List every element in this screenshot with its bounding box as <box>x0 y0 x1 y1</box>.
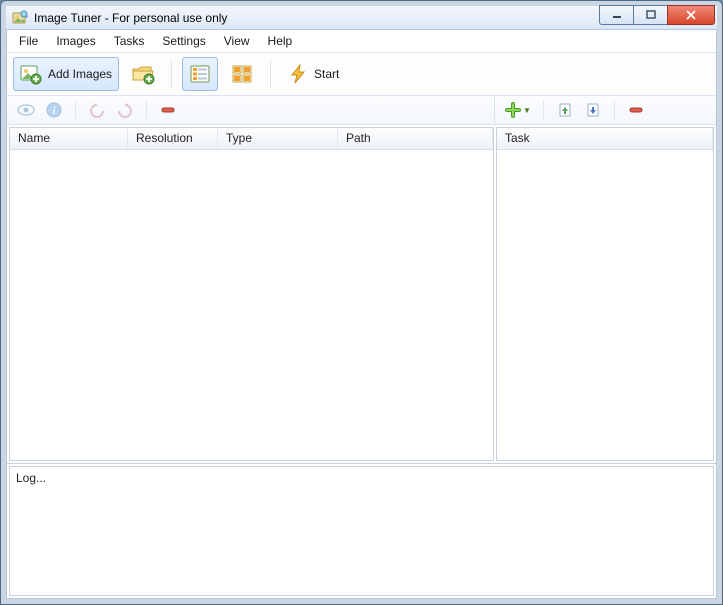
secondary-toolbar: i <box>7 96 716 125</box>
task-panel: Task <box>496 127 714 461</box>
add-images-label: Add Images <box>48 67 112 81</box>
image-list-headers: Name Resolution Type Path <box>10 128 493 150</box>
eye-icon <box>17 103 35 117</box>
rotate-left-button[interactable] <box>84 99 110 121</box>
add-task-button[interactable]: ▼ <box>501 99 535 121</box>
list-view-icon <box>189 63 211 85</box>
list-view-button[interactable] <box>182 57 218 91</box>
column-resolution[interactable]: Resolution <box>128 128 218 149</box>
column-task[interactable]: Task <box>497 128 713 149</box>
image-tuner-icon <box>12 10 28 26</box>
image-list-panel: Name Resolution Type Path <box>9 127 494 461</box>
svg-text:i: i <box>53 106 56 117</box>
plus-icon <box>505 102 521 118</box>
arrow-up-icon <box>558 102 572 118</box>
maximize-button[interactable] <box>633 5 667 25</box>
column-type[interactable]: Type <box>218 128 338 149</box>
toolbar-separator <box>171 60 172 88</box>
remove-task-button[interactable] <box>623 99 649 121</box>
thumbnail-view-button[interactable] <box>224 57 260 91</box>
add-images-button[interactable]: Add Images <box>13 57 119 91</box>
window-title: Image Tuner - For personal use only <box>34 11 599 25</box>
log-text: Log... <box>16 471 46 485</box>
titlebar[interactable]: Image Tuner - For personal use only <box>6 6 717 30</box>
move-task-down-button[interactable] <box>580 99 606 121</box>
arrow-down-icon <box>586 102 600 118</box>
column-name[interactable]: Name <box>10 128 128 149</box>
minus-icon <box>160 104 176 116</box>
task-list-body[interactable] <box>497 150 713 460</box>
minus-icon <box>628 104 644 116</box>
menubar: File Images Tasks Settings View Help <box>7 30 716 53</box>
folder-add-icon <box>131 63 155 85</box>
start-label: Start <box>314 67 339 81</box>
add-folder-button[interactable] <box>125 57 161 91</box>
window-controls <box>599 5 715 25</box>
image-list-body[interactable] <box>10 150 493 460</box>
menu-settings[interactable]: Settings <box>154 32 213 50</box>
start-button[interactable]: Start <box>281 57 346 91</box>
toolbar-separator <box>75 101 76 119</box>
menu-tasks[interactable]: Tasks <box>106 32 153 50</box>
column-path[interactable]: Path <box>338 128 493 149</box>
remove-image-button[interactable] <box>155 99 181 121</box>
main-toolbar: Add Images <box>7 53 716 96</box>
task-list-headers: Task <box>497 128 713 150</box>
thumb-view-icon <box>231 63 253 85</box>
toolbar-separator <box>146 101 147 119</box>
info-icon: i <box>46 102 62 118</box>
chevron-down-icon: ▼ <box>523 106 531 115</box>
minimize-button[interactable] <box>599 5 633 25</box>
toolbar-separator <box>543 101 544 119</box>
close-button[interactable] <box>667 5 715 25</box>
menu-help[interactable]: Help <box>260 32 301 50</box>
rotate-right-button[interactable] <box>112 99 138 121</box>
app-window: Image Tuner - For personal use only File… <box>0 0 723 605</box>
menu-file[interactable]: File <box>11 32 46 50</box>
menu-view[interactable]: View <box>216 32 258 50</box>
preview-button[interactable] <box>13 99 39 121</box>
move-task-up-button[interactable] <box>552 99 578 121</box>
toolbar-separator <box>614 101 615 119</box>
image-add-icon <box>20 63 42 85</box>
menu-images[interactable]: Images <box>48 32 103 50</box>
lightning-icon <box>288 63 308 85</box>
toolbar-separator <box>270 60 271 88</box>
log-panel[interactable]: Log... <box>9 466 714 596</box>
info-button[interactable]: i <box>41 99 67 121</box>
content-area: Name Resolution Type Path Task <box>7 125 716 464</box>
rotate-right-icon <box>116 102 134 118</box>
rotate-left-icon <box>88 102 106 118</box>
